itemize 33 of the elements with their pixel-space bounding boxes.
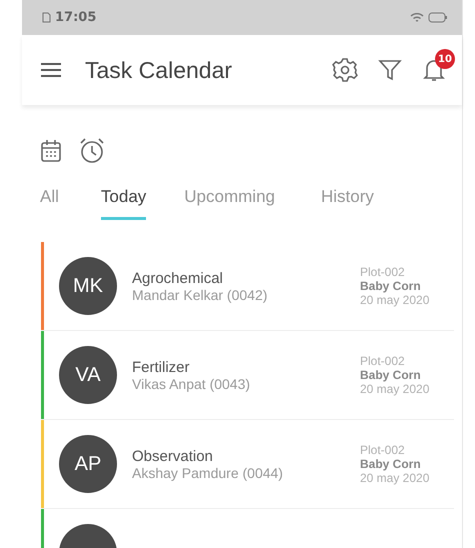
- crop-name: Baby Corn: [360, 457, 422, 471]
- filter-icon[interactable]: [378, 58, 402, 82]
- alarm-clock-icon[interactable]: [78, 137, 106, 165]
- page-title: Task Calendar: [85, 56, 234, 84]
- avatar: MK: [59, 257, 117, 315]
- task-row[interactable]: MK Agrochemical Mandar Kelkar (0042) Plot-002 Baby Corn 20 may 2020: [41, 242, 454, 331]
- task-row[interactable]: AP Observation Akshay Pamdure (0044) Plot-002 Baby Corn 20 may 2020: [41, 420, 454, 509]
- task-date: 20 may 2020: [360, 382, 430, 396]
- task-date: 20 may 2020: [360, 471, 430, 485]
- assignee-name: Vikas Anpat (0043): [132, 376, 252, 392]
- calendar-icon[interactable]: [40, 139, 62, 163]
- tab[interactable]: Today: [100, 183, 146, 220]
- settings-icon[interactable]: [332, 57, 358, 83]
- wifi-icon: [410, 12, 424, 23]
- avatar: AP: [59, 435, 117, 493]
- menu-icon[interactable]: [40, 62, 62, 78]
- assignee-name: Akshay Pamdure (0044): [132, 464, 284, 480]
- task-type: Agrochemical: [132, 270, 224, 286]
- task-date: 20 may 2020: [360, 293, 430, 307]
- crop-name: Baby Corn: [360, 279, 422, 293]
- plot-label: Plot-002: [360, 265, 406, 279]
- avatar: VA: [59, 346, 117, 404]
- notification-badge: 10: [435, 49, 455, 69]
- plot-label: Plot-002: [360, 354, 406, 368]
- sim-card-icon: [42, 12, 51, 23]
- battery-icon: [428, 12, 448, 23]
- task-type: Fertilizer: [132, 358, 191, 376]
- task-row[interactable]: VA Fertilizer Vikas Anpat (0043) Plot-002 Baby Corn 20 may 2020: [41, 331, 454, 420]
- status-time: 17:05: [55, 10, 96, 25]
- assignee-name: Mandar Kelkar (0042): [132, 286, 268, 302]
- task-type: Observation: [132, 448, 214, 464]
- crop-name: Baby Corn: [360, 368, 422, 382]
- plot-label: Plot-002: [360, 443, 406, 457]
